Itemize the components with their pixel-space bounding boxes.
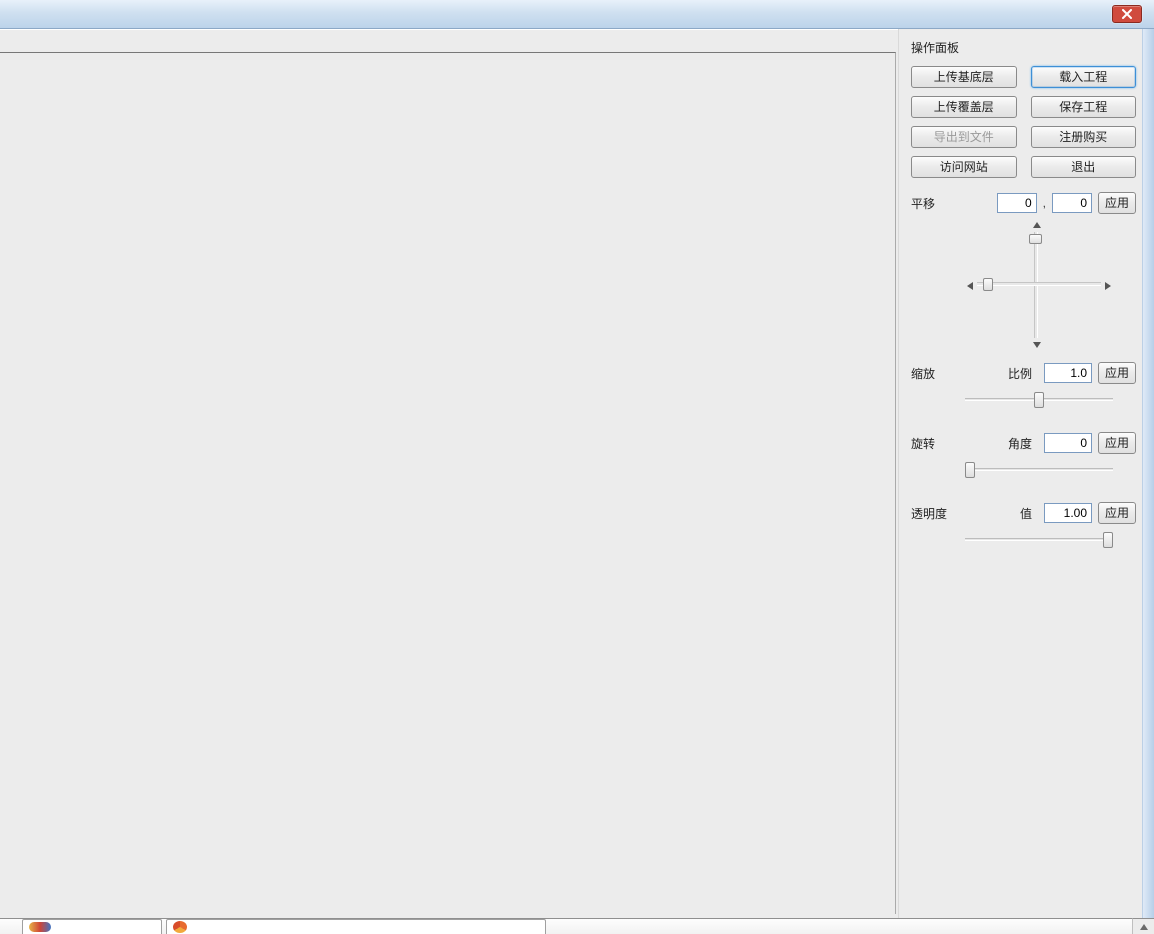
opacity-value-input[interactable]	[1044, 503, 1092, 523]
action-button-grid: 上传基底层 载入工程 上传覆盖层 保存工程 导出到文件 注册购买 访问网站 退出	[911, 66, 1136, 178]
upload-base-button[interactable]: 上传基底层	[911, 66, 1017, 88]
register-buy-button[interactable]: 注册购买	[1031, 126, 1137, 148]
save-project-button[interactable]: 保存工程	[1031, 96, 1137, 118]
rotate-value-input[interactable]	[1044, 433, 1092, 453]
rotate-apply-button[interactable]: 应用	[1098, 432, 1136, 454]
pan-horizontal-thumb[interactable]	[983, 278, 993, 291]
opacity-slider[interactable]	[965, 532, 1113, 548]
taskbar-icon-1	[29, 922, 51, 932]
opacity-slider-thumb[interactable]	[1103, 532, 1113, 548]
taskbar-sliver	[0, 918, 1132, 934]
pan-y-input[interactable]	[1052, 193, 1092, 213]
pan-separator: ,	[1043, 196, 1046, 210]
scale-sub-label: 比例	[1008, 365, 1038, 382]
rotate-section: 旋转 角度 应用	[911, 432, 1136, 478]
taskbar-item-2[interactable]	[166, 919, 546, 934]
pan-horizontal-track[interactable]	[977, 282, 1101, 286]
rotate-sub-label: 角度	[1008, 435, 1038, 452]
exit-button[interactable]: 退出	[1031, 156, 1137, 178]
pan-vertical-thumb[interactable]	[1029, 234, 1042, 244]
pan-joystick	[965, 220, 1113, 350]
pan-section: 平移 , 应用	[911, 192, 1136, 350]
taskbar-item-1[interactable]	[22, 919, 162, 934]
pan-down-arrow-icon[interactable]	[1033, 342, 1041, 348]
opacity-sub-label: 值	[1020, 505, 1038, 522]
scale-apply-button[interactable]: 应用	[1098, 362, 1136, 384]
scale-value-input[interactable]	[1044, 363, 1092, 383]
window-close-button[interactable]	[1112, 5, 1142, 23]
scale-label: 缩放	[911, 365, 945, 384]
upload-overlay-button[interactable]: 上传覆盖层	[911, 96, 1017, 118]
scroll-up-button[interactable]	[1132, 918, 1154, 934]
panel-title: 操作面板	[911, 39, 1136, 56]
pan-x-input[interactable]	[997, 193, 1037, 213]
rotate-label: 旋转	[911, 435, 945, 454]
pan-up-arrow-icon[interactable]	[1033, 222, 1041, 228]
main-canvas-area	[0, 29, 898, 934]
rotate-slider-thumb[interactable]	[965, 462, 975, 478]
window-titlebar	[0, 0, 1154, 29]
pan-apply-button[interactable]: 应用	[1098, 192, 1136, 214]
scale-slider[interactable]	[965, 392, 1113, 408]
opacity-section: 透明度 值 应用	[911, 502, 1136, 548]
scale-slider-thumb[interactable]	[1034, 392, 1044, 408]
window-right-edge	[1142, 29, 1154, 934]
chevron-up-icon	[1140, 924, 1148, 930]
rotate-slider[interactable]	[965, 462, 1113, 478]
export-file-button: 导出到文件	[911, 126, 1017, 148]
opacity-apply-button[interactable]: 应用	[1098, 502, 1136, 524]
control-panel: 操作面板 上传基底层 载入工程 上传覆盖层 保存工程 导出到文件 注册购买 访问…	[898, 29, 1154, 934]
load-project-button[interactable]: 载入工程	[1031, 66, 1137, 88]
taskbar-icon-2	[173, 921, 187, 933]
opacity-label: 透明度	[911, 505, 953, 522]
pan-left-arrow-icon[interactable]	[967, 282, 973, 290]
scale-section: 缩放 比例 应用	[911, 362, 1136, 408]
pan-label: 平移	[911, 195, 945, 212]
canvas-viewport[interactable]	[0, 52, 896, 914]
pan-right-arrow-icon[interactable]	[1105, 282, 1111, 290]
visit-site-button[interactable]: 访问网站	[911, 156, 1017, 178]
